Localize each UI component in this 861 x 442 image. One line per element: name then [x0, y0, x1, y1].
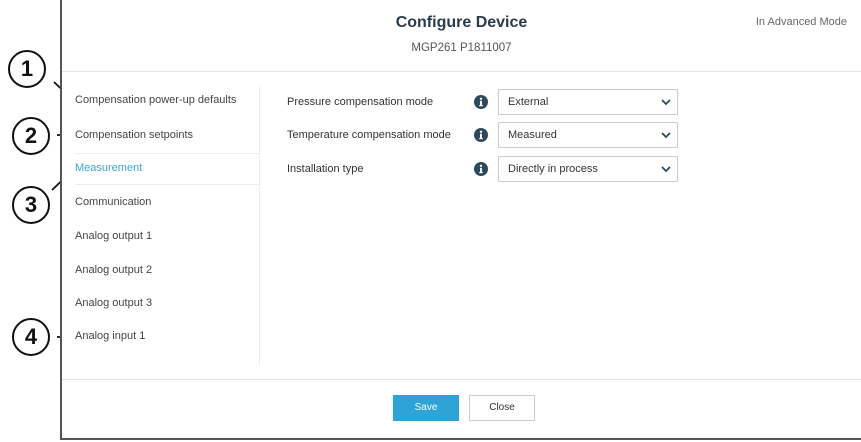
sidebar-item-compensation-setpoints[interactable]: Compensation setpoints — [75, 118, 259, 154]
chevron-down-icon — [661, 132, 671, 139]
close-button[interactable]: Close — [469, 395, 535, 421]
dialog-title: Configure Device — [395, 14, 528, 31]
chevron-down-icon — [661, 166, 671, 173]
chevron-down-icon — [661, 99, 671, 106]
info-icon[interactable] — [474, 128, 488, 142]
callout-marker-1: 1 — [8, 50, 46, 88]
callout-marker-3: 3 — [12, 186, 50, 224]
setting-label: Temperature compensation mode — [287, 129, 451, 141]
header-divider — [62, 71, 861, 72]
setting-label: Pressure compensation mode — [287, 96, 434, 108]
sidebar-item-analog-output-3[interactable]: Analog output 3 — [75, 287, 259, 320]
device-subtitle: MGP261 P1811007 — [411, 42, 512, 54]
sidebar-item-analog-output-1[interactable]: Analog output 1 — [75, 220, 259, 253]
configure-device-dialog: Configure Device MGP261 P1811007 In Adva… — [60, 0, 861, 440]
pressure-compensation-mode-select[interactable]: External — [498, 89, 678, 115]
select-value: Directly in process — [508, 163, 598, 175]
sidebar-item-analog-output-2[interactable]: Analog output 2 — [75, 254, 259, 287]
info-icon[interactable] — [474, 162, 488, 176]
sidebar-item-analog-input-1[interactable]: Analog input 1 — [75, 320, 259, 353]
select-value: External — [508, 96, 549, 108]
info-icon[interactable] — [474, 95, 488, 109]
sidebar-item-compensation-power-up-defaults[interactable]: Compensation power-up defaults — [75, 84, 259, 117]
footer-divider — [62, 379, 861, 380]
setting-label: Installation type — [287, 163, 364, 175]
callout-marker-2: 2 — [12, 117, 50, 155]
mode-indicator: In Advanced Mode — [755, 16, 847, 28]
callout-marker-4: 4 — [12, 318, 50, 356]
sidebar-item-measurement[interactable]: Measurement — [75, 154, 259, 185]
select-value: Measured — [508, 129, 557, 141]
temperature-compensation-mode-select[interactable]: Measured — [498, 122, 678, 148]
save-button[interactable]: Save — [393, 395, 459, 421]
installation-type-select[interactable]: Directly in process — [498, 156, 678, 182]
sidebar-item-communication[interactable]: Communication — [75, 186, 259, 219]
